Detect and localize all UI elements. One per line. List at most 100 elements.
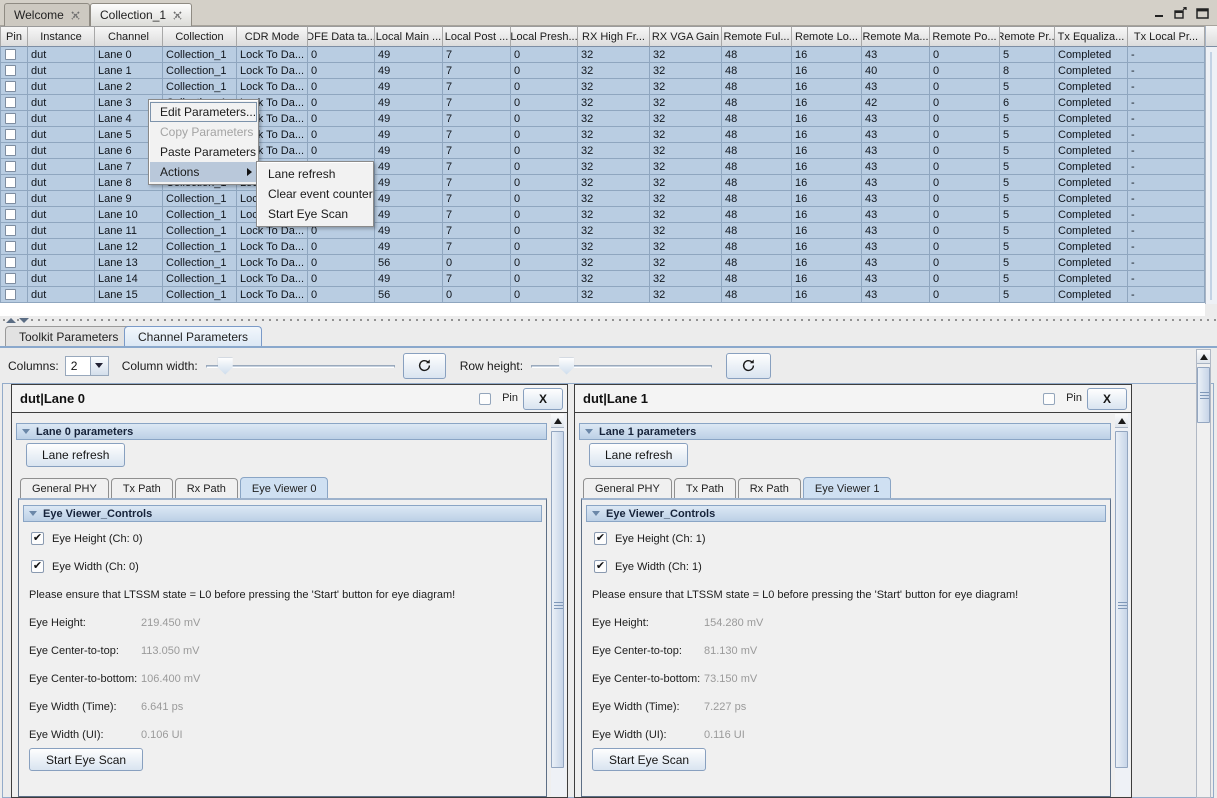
- eye-viewer-controls-header[interactable]: Eye Viewer_Controls: [586, 505, 1106, 522]
- table-vertical-scrollbar[interactable]: [1205, 26, 1217, 304]
- restore-icon[interactable]: [1174, 6, 1187, 24]
- column-header-rx-high-fr[interactable]: RX High Fr...: [578, 26, 650, 47]
- table-row[interactable]: dutLane 13Collection_1Lock To Da...05600…: [0, 255, 1205, 271]
- column-width-refresh-button[interactable]: [403, 353, 446, 379]
- table-row[interactable]: dutLane 9Collection_1Lock To Da...049703…: [0, 191, 1205, 207]
- close-icon[interactable]: [173, 11, 182, 20]
- checkbox-checked[interactable]: ✔: [594, 560, 607, 573]
- table-row[interactable]: dutLane 11Collection_1Lock To Da...04970…: [0, 223, 1205, 239]
- column-header-channel[interactable]: Channel: [95, 26, 163, 47]
- scrollbar-thumb[interactable]: [1197, 367, 1210, 423]
- pin-checkbox[interactable]: [5, 193, 16, 204]
- pin-checkbox[interactable]: [5, 257, 16, 268]
- submenu-item-clear-event-counter[interactable]: Clear event counter: [258, 184, 372, 204]
- table-row[interactable]: dutLane 2Collection_1Lock To Da...049703…: [0, 79, 1205, 95]
- tab-eye-viewer-1[interactable]: Eye Viewer 1: [803, 477, 892, 499]
- row-height-refresh-button[interactable]: [726, 353, 771, 379]
- sash-collapse-down-icon[interactable]: [19, 318, 29, 323]
- tab-channel-parameters[interactable]: Channel Parameters: [124, 326, 262, 347]
- start-eye-scan-button[interactable]: Start Eye Scan: [29, 748, 143, 771]
- menu-item-actions[interactable]: Actions: [150, 162, 257, 182]
- close-icon[interactable]: [71, 11, 80, 20]
- menu-item-paste-parameters[interactable]: Paste Parameters: [150, 142, 257, 162]
- column-header-tx-local-pr[interactable]: Tx Local Pr...: [1128, 26, 1205, 47]
- pin-checkbox[interactable]: [5, 225, 16, 236]
- close-panel-button[interactable]: X: [1087, 388, 1127, 410]
- pin-checkbox[interactable]: [5, 209, 16, 220]
- pin-checkbox[interactable]: [5, 49, 16, 60]
- column-header-remote-ma[interactable]: Remote Ma...: [862, 26, 930, 47]
- pin-checkbox[interactable]: [5, 81, 16, 92]
- checkbox-checked[interactable]: ✔: [31, 532, 44, 545]
- tab-tx-path[interactable]: Tx Path: [674, 478, 736, 499]
- column-header-cdr-mode[interactable]: CDR Mode: [237, 26, 308, 47]
- table-row[interactable]: dutLane 10Collection_1Lock To Da...04970…: [0, 207, 1205, 223]
- pin-checkbox[interactable]: [5, 65, 16, 76]
- column-header-pin[interactable]: Pin: [0, 26, 28, 47]
- table-row[interactable]: dutLane 14Collection_1Lock To Da...04970…: [0, 271, 1205, 287]
- pin-checkbox[interactable]: [5, 177, 16, 188]
- scroll-up-arrow[interactable]: [1115, 414, 1128, 428]
- pin-checkbox[interactable]: [5, 97, 16, 108]
- column-header-tx-equaliza[interactable]: Tx Equaliza...: [1055, 26, 1128, 47]
- pin-checkbox[interactable]: [479, 393, 491, 405]
- table-row[interactable]: dutLane 12Collection_1Lock To Da...04970…: [0, 239, 1205, 255]
- maximize-icon[interactable]: [1196, 6, 1209, 24]
- columns-combobox-button[interactable]: [91, 356, 109, 376]
- lane-parameters-section-header[interactable]: Lane 0 parameters: [16, 423, 547, 440]
- column-header-remote-po[interactable]: Remote Po...: [930, 26, 1000, 47]
- tab-collection-1[interactable]: Collection_1: [90, 3, 192, 26]
- start-eye-scan-button[interactable]: Start Eye Scan: [592, 748, 706, 771]
- tab-toolkit-parameters[interactable]: Toolkit Parameters: [5, 326, 132, 347]
- column-header-remote-ful[interactable]: Remote Ful...: [722, 26, 792, 47]
- panel-scrollbar[interactable]: [551, 414, 566, 796]
- scroll-up-arrow[interactable]: [551, 414, 564, 428]
- scrollbar-thumb[interactable]: [551, 431, 564, 768]
- tab-tx-path[interactable]: Tx Path: [111, 478, 173, 499]
- columns-combobox[interactable]: 2: [65, 356, 109, 376]
- column-header-collection[interactable]: Collection: [163, 26, 237, 47]
- tab-general-phy[interactable]: General PHY: [20, 478, 109, 499]
- table-row[interactable]: dutLane 15Collection_1Lock To Da...05600…: [0, 287, 1205, 303]
- column-header-dfe-data-ta[interactable]: DFE Data ta...: [308, 26, 375, 47]
- pin-checkbox[interactable]: [5, 129, 16, 140]
- pin-checkbox[interactable]: [5, 145, 16, 156]
- tab-general-phy[interactable]: General PHY: [583, 478, 672, 499]
- scroll-up-arrow[interactable]: [1197, 350, 1210, 364]
- tab-rx-path[interactable]: Rx Path: [738, 478, 801, 499]
- column-header-remote-pr[interactable]: Remote Pr...: [1000, 26, 1055, 47]
- splitter-sash[interactable]: [0, 316, 1217, 325]
- scrollbar-thumb[interactable]: [1115, 431, 1128, 768]
- tab-welcome[interactable]: Welcome: [4, 3, 90, 26]
- table-row[interactable]: dutLane 1Collection_1Lock To Da...049703…: [0, 63, 1205, 79]
- row-height-slider[interactable]: [531, 356, 712, 376]
- column-header-local-main[interactable]: Local Main ...: [375, 26, 443, 47]
- panel-scrollbar[interactable]: [1115, 414, 1130, 796]
- table-row[interactable]: dutLane 0Collection_1Lock To Da...049703…: [0, 47, 1205, 63]
- column-header-local-presh[interactable]: Local Presh...: [511, 26, 578, 47]
- menu-item-edit-parameters[interactable]: Edit Parameters...: [150, 102, 257, 122]
- row-height-slider-thumb[interactable]: [559, 358, 574, 375]
- pin-checkbox[interactable]: [1043, 393, 1055, 405]
- pin-checkbox[interactable]: [5, 113, 16, 124]
- column-header-remote-lo[interactable]: Remote Lo...: [792, 26, 862, 47]
- submenu-item-start-eye-scan[interactable]: Start Eye Scan: [258, 204, 372, 224]
- column-header-rx-vga-gain[interactable]: RX VGA Gain: [650, 26, 722, 47]
- minimize-icon[interactable]: [1154, 6, 1165, 24]
- pin-checkbox[interactable]: [5, 241, 16, 252]
- column-width-slider-thumb[interactable]: [218, 358, 233, 375]
- column-header-local-post[interactable]: Local Post ...: [443, 26, 511, 47]
- tab-eye-viewer-0[interactable]: Eye Viewer 0: [240, 477, 329, 499]
- lane-refresh-button[interactable]: Lane refresh: [589, 443, 688, 467]
- checkbox-checked[interactable]: ✔: [31, 560, 44, 573]
- lane-parameters-section-header[interactable]: Lane 1 parameters: [579, 423, 1111, 440]
- column-header-instance[interactable]: Instance: [28, 26, 95, 47]
- checkbox-checked[interactable]: ✔: [594, 532, 607, 545]
- eye-viewer-controls-header[interactable]: Eye Viewer_Controls: [23, 505, 542, 522]
- submenu-item-lane-refresh[interactable]: Lane refresh: [258, 164, 372, 184]
- lane-refresh-button[interactable]: Lane refresh: [26, 443, 125, 467]
- pin-checkbox[interactable]: [5, 273, 16, 284]
- pin-checkbox[interactable]: [5, 161, 16, 172]
- pin-checkbox[interactable]: [5, 289, 16, 300]
- close-panel-button[interactable]: X: [523, 388, 563, 410]
